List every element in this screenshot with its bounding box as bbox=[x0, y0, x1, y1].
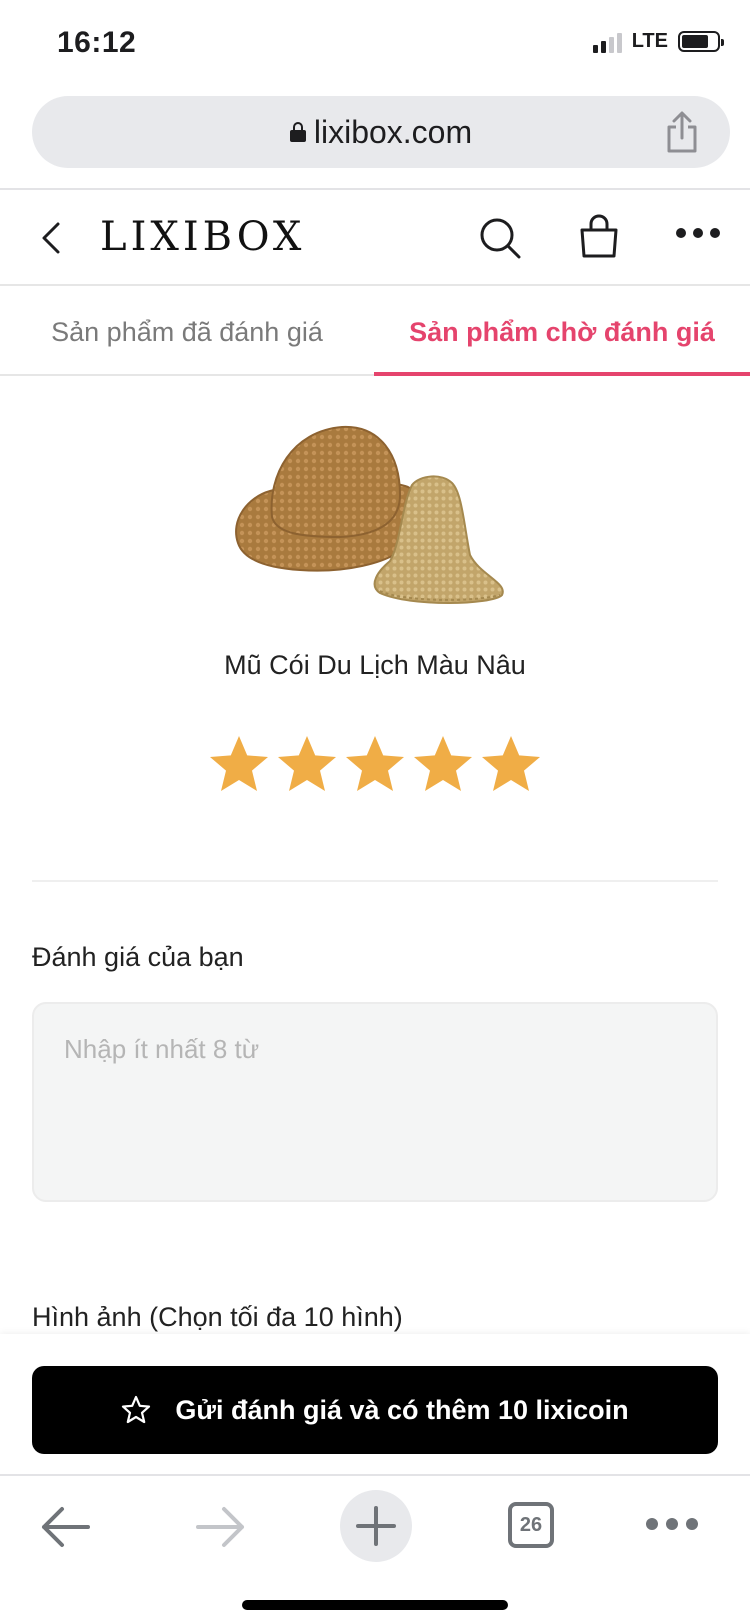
lock-icon bbox=[289, 122, 306, 142]
shopping-bag-icon[interactable] bbox=[578, 214, 620, 258]
status-bar: 16:12 LTE bbox=[0, 0, 750, 90]
rating-stars[interactable] bbox=[208, 734, 542, 796]
browser-toolbar: 26 bbox=[0, 1474, 750, 1624]
rating-star-2[interactable] bbox=[276, 734, 338, 796]
plus-icon bbox=[356, 1506, 396, 1546]
submit-review-label: Gửi đánh giá và có thêm 10 lixicoin bbox=[175, 1394, 629, 1425]
page: 16:12 LTE lixibox.com LIXIBOX Sản phẩm đ… bbox=[0, 0, 750, 1624]
back-icon[interactable] bbox=[36, 218, 66, 258]
search-icon[interactable] bbox=[478, 216, 522, 260]
url-bar[interactable]: lixibox.com bbox=[32, 96, 730, 168]
battery-icon bbox=[678, 31, 724, 52]
home-indicator bbox=[242, 1600, 508, 1610]
more-options-icon[interactable] bbox=[676, 228, 720, 242]
url-display[interactable]: lixibox.com bbox=[289, 113, 473, 151]
tab-pending-products[interactable]: Sản phẩm chờ đánh giá bbox=[374, 288, 750, 376]
product-image bbox=[235, 425, 504, 604]
url-text: lixibox.com bbox=[313, 113, 473, 150]
rating-star-3[interactable] bbox=[344, 734, 406, 796]
browser-forward-icon[interactable] bbox=[194, 1504, 248, 1550]
review-label: Đánh giá của bạn bbox=[32, 942, 244, 972]
network-label: LTE bbox=[631, 30, 668, 52]
submit-review-button[interactable]: Gửi đánh giá và có thêm 10 lixicoin bbox=[32, 1366, 718, 1454]
tab-count: 26 bbox=[519, 1513, 543, 1536]
signal-icon bbox=[592, 31, 622, 53]
tab-switcher-button[interactable]: 26 bbox=[508, 1502, 554, 1548]
site-header: LIXIBOX bbox=[0, 190, 750, 286]
star-outline-icon bbox=[122, 1395, 151, 1424]
logo[interactable]: LIXIBOX bbox=[100, 214, 305, 260]
section-divider bbox=[32, 880, 718, 882]
product-name: Mũ Cói Du Lịch Màu Nâu bbox=[224, 650, 526, 680]
browser-more-icon[interactable] bbox=[646, 1518, 698, 1530]
images-label: Hình ảnh (Chọn tối đa 10 hình) bbox=[32, 1302, 403, 1332]
rating-star-4[interactable] bbox=[412, 734, 474, 796]
rating-star-1[interactable] bbox=[208, 734, 270, 796]
review-tabs: Sản phẩm đã đánh giá Sản phẩm chờ đánh g… bbox=[0, 288, 750, 376]
tab-reviewed-products[interactable]: Sản phẩm đã đánh giá bbox=[0, 288, 374, 376]
status-time: 16:12 bbox=[57, 26, 137, 59]
review-input[interactable] bbox=[32, 1002, 718, 1202]
active-tab-indicator bbox=[374, 372, 750, 376]
new-tab-button[interactable] bbox=[340, 1490, 412, 1562]
rating-star-5[interactable] bbox=[480, 734, 542, 796]
share-icon[interactable] bbox=[662, 110, 702, 154]
submit-bar: Gửi đánh giá và có thêm 10 lixicoin bbox=[0, 1334, 750, 1474]
status-indicators: LTE bbox=[592, 30, 724, 53]
browser-back-icon[interactable] bbox=[38, 1504, 92, 1550]
